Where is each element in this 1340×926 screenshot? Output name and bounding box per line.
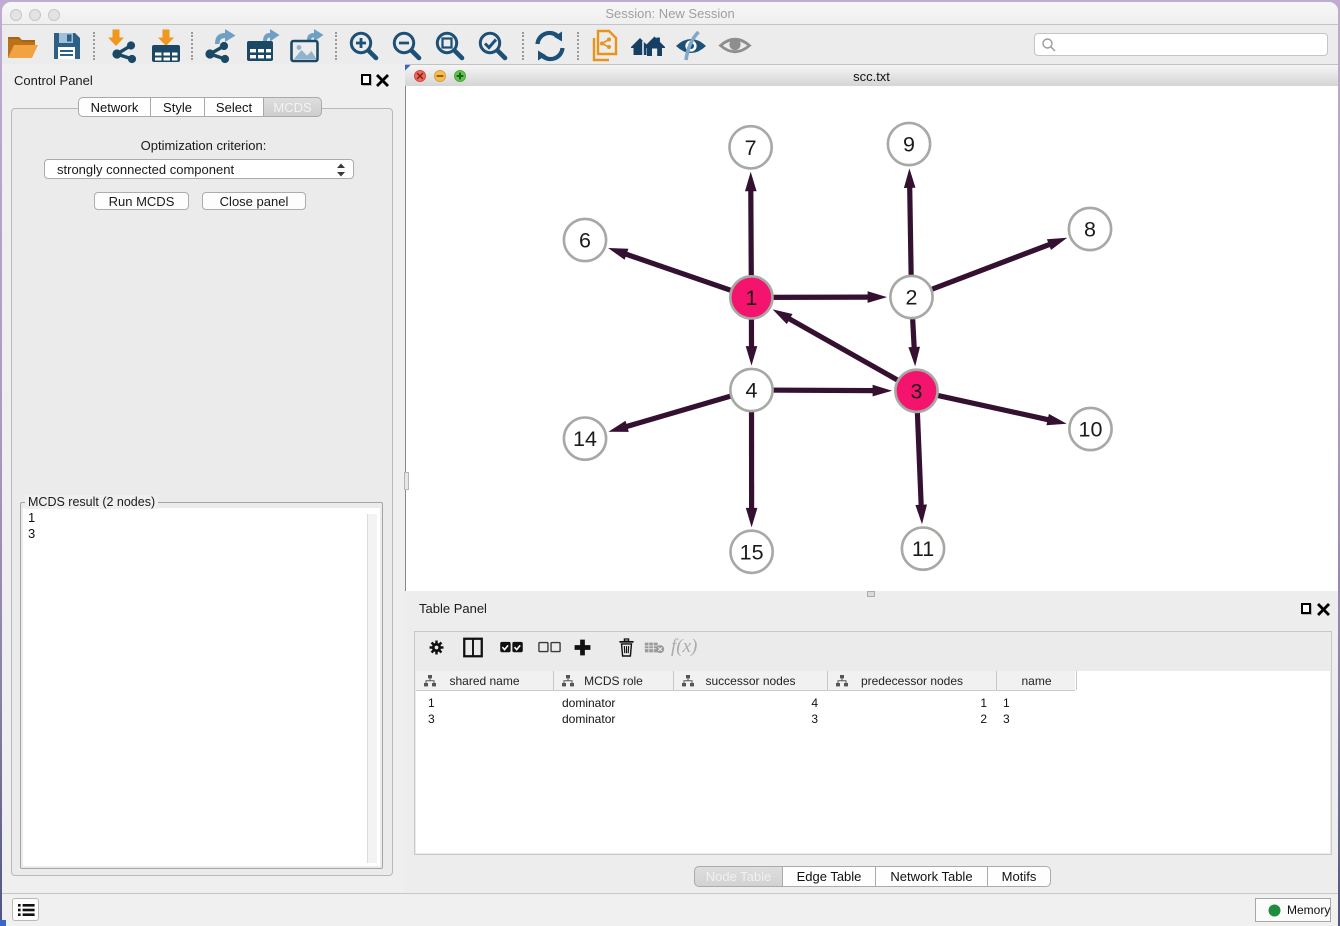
svg-text:2: 2 bbox=[906, 286, 918, 310]
svg-text:10: 10 bbox=[1079, 418, 1103, 442]
svg-text:15: 15 bbox=[740, 540, 764, 564]
svg-text:1: 1 bbox=[745, 286, 757, 310]
svg-text:3: 3 bbox=[911, 379, 923, 403]
svg-text:8: 8 bbox=[1084, 218, 1096, 242]
svg-text:11: 11 bbox=[912, 537, 934, 561]
svg-text:6: 6 bbox=[579, 229, 591, 253]
svg-text:7: 7 bbox=[745, 136, 757, 160]
svg-text:9: 9 bbox=[903, 133, 915, 157]
svg-text:4: 4 bbox=[746, 379, 758, 403]
svg-text:14: 14 bbox=[573, 427, 597, 451]
